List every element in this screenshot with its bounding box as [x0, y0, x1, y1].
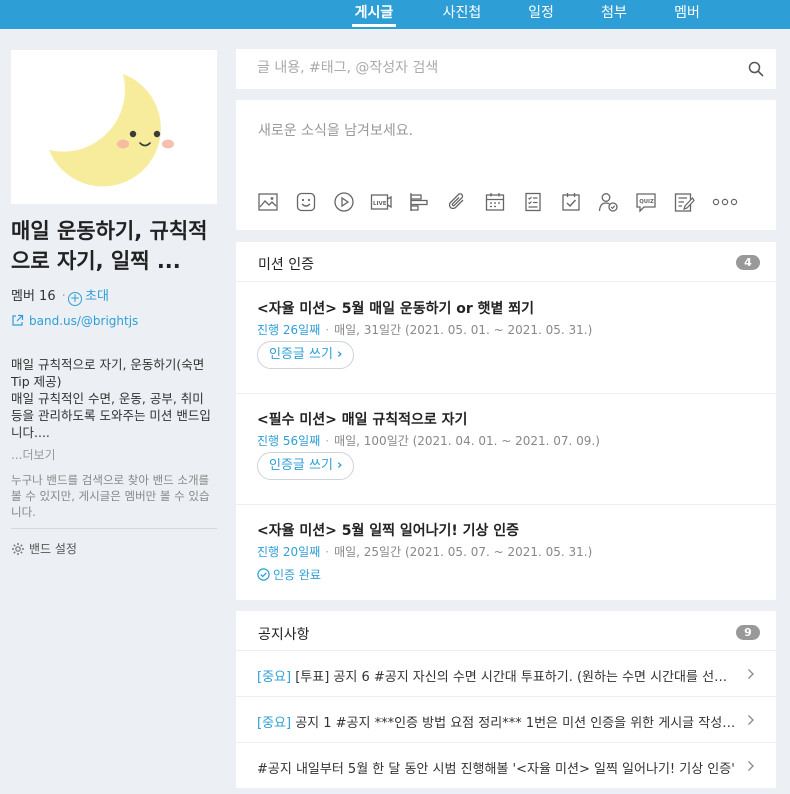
- compose-placeholder[interactable]: 새로운 소식을 남겨보세요.: [258, 120, 413, 140]
- write-certification-button[interactable]: 인증글 쓰기 ›: [257, 341, 355, 369]
- mission-header-title[interactable]: 미션 인증: [258, 254, 314, 274]
- notice-important-tag: [중요]: [257, 670, 292, 685]
- video-icon[interactable]: [333, 191, 355, 213]
- external-link-icon: [12, 314, 24, 326]
- schedule-icon[interactable]: [484, 191, 506, 213]
- mission-period: 매일, 31일간 (2021. 05. 01. ~ 2021. 05. 31.): [334, 323, 593, 337]
- divider: [236, 504, 776, 505]
- mission-meta: 진행 26일째 · 매일, 31일간 (2021. 05. 01. ~ 2021. …: [257, 321, 592, 338]
- notice-item[interactable]: [중요] [투표] 공지 6 #공지 자신의 수면 시간대 투표하기. (원하는…: [236, 651, 776, 697]
- notice-text: [중요] 공지 1 #공지 ***인증 방법 요점 정리*** 1번은 미션 인…: [257, 712, 737, 731]
- notice-count-badge: 9: [736, 625, 760, 640]
- live-icon[interactable]: LIVE: [370, 191, 392, 213]
- search-input[interactable]: [257, 60, 737, 76]
- band-url-text: band.us/@brightjs: [29, 314, 139, 328]
- tab-members[interactable]: 멤버: [673, 5, 701, 27]
- mission-day: 진행 56일째: [257, 434, 321, 448]
- band-settings-button[interactable]: 밴드 설정: [11, 540, 77, 557]
- more-icon[interactable]: [712, 191, 738, 213]
- form-icon[interactable]: [673, 191, 695, 213]
- notice-header: 공지사항 9: [236, 611, 776, 651]
- mission-card: 미션 인증 4 <자율 미션> 5월 매일 운동하기 or 햇볕 쬐기 진행 2…: [236, 242, 776, 600]
- divider: [11, 528, 217, 529]
- write-certification-label: 인증글 쓰기: [269, 458, 333, 473]
- tab-schedule[interactable]: 일정: [527, 5, 555, 27]
- sticker-icon[interactable]: [295, 191, 317, 213]
- notice-item[interactable]: [중요] 공지 1 #공지 ***인증 방법 요점 정리*** 1번은 미션 인…: [236, 697, 776, 743]
- certification-complete-label: 인증 완료: [273, 568, 321, 582]
- band-privacy-note: 누구나 밴드를 검색으로 찾아 밴드 소개를 볼 수 있지만, 게시글은 멤버만…: [11, 473, 210, 519]
- svg-text:QUIZ: QUIZ: [639, 199, 654, 205]
- chevron-right-icon: [748, 715, 754, 725]
- separator-dot: ·: [325, 323, 330, 337]
- invite-label: 초대: [85, 289, 109, 304]
- poll-icon[interactable]: [408, 191, 430, 213]
- svg-text:LIVE: LIVE: [373, 201, 387, 207]
- tab-attachments[interactable]: 첨부: [600, 5, 628, 27]
- notice-body: [투표] 공지 6 #공지 자신의 수면 시간대 투표하기. (원하는 수면 시…: [291, 670, 737, 685]
- search-bar: [236, 49, 776, 89]
- attach-icon[interactable]: [446, 191, 468, 213]
- checklist-icon[interactable]: [522, 191, 544, 213]
- mission-day: 진행 20일째: [257, 545, 321, 559]
- tab-posts[interactable]: 게시글: [352, 5, 396, 27]
- separator-dot: ·: [325, 434, 330, 448]
- band-url-link[interactable]: band.us/@brightjs: [11, 314, 138, 328]
- mission-period: 매일, 100일간 (2021. 04. 01. ~ 2021. 07. 09.…: [334, 434, 600, 448]
- chevron-right-icon: ›: [336, 347, 343, 362]
- check-circle-icon: [257, 568, 270, 581]
- mission-title[interactable]: <필수 미션> 매일 규칙적으로 자기: [257, 409, 467, 429]
- band-title[interactable]: 매일 운동하기, 규칙적으로 자기, 일찍 ...: [11, 216, 217, 276]
- certification-complete-status: 인증 완료: [257, 566, 321, 583]
- separator-dot: ·: [325, 545, 330, 559]
- write-certification-label: 인증글 쓰기: [269, 347, 333, 362]
- moon-illustration: [49, 74, 174, 187]
- mission-title[interactable]: <자율 미션> 5월 매일 운동하기 or 햇볕 쬐기: [257, 298, 534, 318]
- notice-body: #공지 내일부터 5월 한 달 동안 시범 진행해볼 '<자율 미션> 일찍 일…: [257, 762, 735, 777]
- compose-box[interactable]: 새로운 소식을 남겨보세요. LIVE QUIZ: [236, 100, 776, 230]
- notice-text: #공지 내일부터 5월 한 달 동안 시범 진행해볼 '<자율 미션> 일찍 일…: [257, 758, 737, 777]
- band-settings-label: 밴드 설정: [29, 542, 77, 556]
- tab-photos[interactable]: 사진첩: [440, 5, 484, 27]
- mission-day: 진행 26일째: [257, 323, 321, 337]
- notice-body: 공지 1 #공지 ***인증 방법 요점 정리*** 1번은 미션 인증을 위한…: [291, 716, 737, 731]
- notice-important-tag: [중요]: [257, 716, 292, 731]
- band-cover-image[interactable]: [11, 50, 217, 204]
- notice-item[interactable]: #공지 내일부터 5월 한 달 동안 시범 진행해볼 '<자율 미션> 일찍 일…: [236, 743, 776, 789]
- invite-button[interactable]: + 초대: [68, 285, 109, 306]
- write-certification-button[interactable]: 인증글 쓰기 ›: [257, 452, 355, 480]
- band-description: 매일 규칙적으로 자기, 운동하기(숙면 Tip 제공) 매일 규칙적인 수면,…: [11, 357, 211, 440]
- mission-header: 미션 인증 4: [236, 242, 776, 282]
- member-count-label: 멤버 16: [11, 289, 56, 304]
- plus-circle-icon: +: [68, 291, 82, 306]
- divider: [236, 393, 776, 394]
- mission-count-badge: 4: [736, 255, 760, 270]
- image-icon[interactable]: [257, 191, 279, 213]
- mission-period: 매일, 25일간 (2021. 05. 07. ~ 2021. 05. 31.): [334, 545, 593, 559]
- search-icon[interactable]: [748, 61, 764, 77]
- chevron-right-icon: [748, 761, 754, 771]
- notice-text: [중요] [투표] 공지 6 #공지 자신의 수면 시간대 투표하기. (원하는…: [257, 666, 737, 685]
- todo-icon[interactable]: [560, 191, 582, 213]
- notice-card: 공지사항 9 [중요] [투표] 공지 6 #공지 자신의 수면 시간대 투표하…: [236, 611, 776, 788]
- mission-meta: 진행 56일째 · 매일, 100일간 (2021. 04. 01. ~ 2021.…: [257, 432, 600, 449]
- mission-meta: 진행 20일째 · 매일, 25일간 (2021. 05. 07. ~ 2021. …: [257, 543, 592, 560]
- chevron-right-icon: [748, 669, 754, 679]
- quiz-icon[interactable]: QUIZ: [635, 191, 657, 213]
- mission-icon[interactable]: [597, 191, 619, 213]
- member-count[interactable]: 멤버 16 ·: [11, 285, 72, 304]
- notice-header-title[interactable]: 공지사항: [258, 624, 310, 644]
- chevron-right-icon: ›: [336, 458, 343, 473]
- more-link[interactable]: ...더보기: [11, 446, 56, 463]
- top-nav-bar: 게시글 사진첩 일정 첨부 멤버: [0, 0, 790, 29]
- mission-title[interactable]: <자율 미션> 5월 일찍 일어나기! 기상 인증: [257, 520, 519, 540]
- gear-icon: [12, 543, 24, 555]
- separator-dot: ·: [61, 289, 66, 304]
